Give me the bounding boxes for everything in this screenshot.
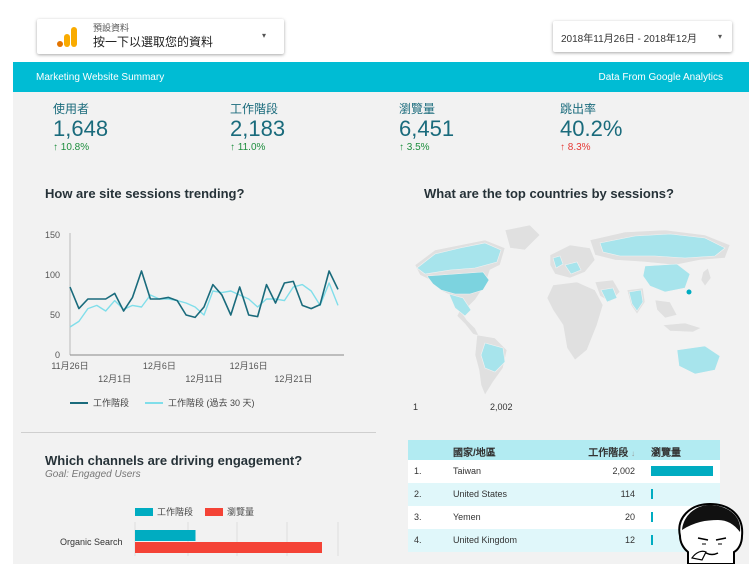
row-sessions: 12 (624, 535, 635, 545)
mascot-face-icon (678, 502, 744, 564)
report-page: 預設資料 按一下以選取您的資料 ▾ 2018年11月26日 - 2018年12月… (0, 0, 749, 564)
row-sessions: 20 (624, 512, 635, 522)
row-views-bar (651, 512, 653, 522)
row-views-bar (651, 535, 653, 545)
row-sessions: 2,002 (612, 466, 635, 476)
row-sessions: 114 (620, 489, 635, 499)
table-header: 國家/地區 工作階段 ↓ 瀏覽量 (408, 440, 720, 460)
sort-descending-icon: ↓ (631, 449, 635, 458)
row-index: 2. (414, 489, 422, 499)
countries-map-title: What are the top countries by sessions? (424, 186, 674, 201)
column-header-views[interactable]: 瀏覽量 (651, 444, 681, 459)
row-index: 1. (414, 466, 422, 476)
table-row[interactable]: 1. Taiwan 2,002 (408, 460, 720, 483)
row-country: Yemen (453, 512, 481, 522)
row-country: United States (453, 489, 508, 499)
row-index: 3. (414, 512, 422, 522)
row-views-bar (651, 489, 653, 499)
column-header-sessions[interactable]: 工作階段 ↓ (588, 444, 635, 459)
row-index: 4. (414, 535, 422, 545)
bar-sessions[interactable] (135, 530, 196, 541)
map-legend-min: 1 (413, 402, 419, 412)
world-map[interactable] (405, 210, 740, 400)
row-country: Taiwan (453, 466, 482, 476)
row-views-bar (651, 466, 713, 476)
map-taiwan (686, 289, 692, 295)
column-header-country[interactable]: 國家/地區 (453, 444, 496, 459)
column-header-label: 工作階段 (588, 448, 629, 459)
row-country: United Kingdom (453, 535, 518, 545)
map-legend-max: 2,002 (490, 402, 513, 412)
map-usa (426, 271, 490, 295)
bar-views[interactable] (135, 542, 322, 553)
